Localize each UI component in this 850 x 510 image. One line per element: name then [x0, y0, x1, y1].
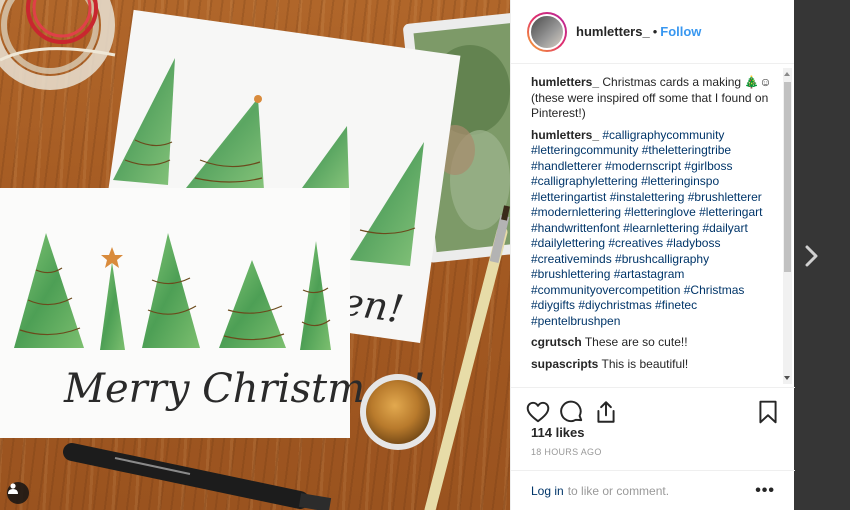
gold-paint-pan: [360, 374, 436, 450]
comment: humletters_ #calligraphycommunity #lette…: [531, 128, 773, 330]
scroll-up-arrow-icon[interactable]: [784, 72, 790, 76]
comment: cgrutsch These are so cute!!: [531, 335, 773, 351]
photo-illustration: en! Merry Christmas!: [0, 0, 510, 510]
comments-scrollbar[interactable]: [783, 68, 792, 384]
follow-button[interactable]: Follow: [660, 24, 701, 39]
login-link[interactable]: Log in: [531, 484, 564, 498]
share-icon[interactable]: [593, 399, 619, 425]
post-photo[interactable]: en! Merry Christmas!: [0, 0, 510, 510]
likes-count[interactable]: 114 likes: [531, 425, 585, 440]
scroll-down-arrow-icon[interactable]: [784, 376, 790, 380]
comment-text: This is beautiful!: [601, 356, 689, 371]
avatar-story-ring[interactable]: [527, 11, 567, 52]
post-timestamp[interactable]: 18 HOURS AGO: [531, 447, 602, 457]
separator-dot: •: [652, 24, 658, 39]
comment-author[interactable]: cgrutsch: [531, 335, 582, 349]
comment: humletters_ Christmas cards a making 🎄☺ …: [531, 75, 773, 122]
login-prompt-text: to like or comment.: [567, 483, 670, 498]
comments-list[interactable]: humletters_ Christmas cards a making 🎄☺ …: [511, 64, 795, 387]
comment: supascripts This is beautiful!: [531, 357, 773, 373]
header-username[interactable]: humletters_: [576, 24, 650, 39]
hashtag-list[interactable]: #calligraphycommunity #letteringcommunit…: [531, 128, 762, 328]
comment-author[interactable]: humletters_: [531, 75, 599, 89]
bookmark-icon[interactable]: [755, 399, 781, 425]
post-header: humletters_ • Follow: [511, 0, 794, 64]
comment-author[interactable]: humletters_: [531, 128, 599, 142]
comment-bubble-icon[interactable]: [559, 399, 585, 425]
avatar[interactable]: [529, 13, 565, 50]
more-options-button[interactable]: •••: [755, 482, 775, 500]
comment-text: These are so cute!!: [584, 335, 688, 349]
twine-spool: [0, 0, 116, 90]
heart-icon[interactable]: [525, 399, 551, 425]
scrollbar-thumb[interactable]: [784, 82, 791, 272]
user-tag-icon[interactable]: [7, 482, 29, 504]
comment-author[interactable]: supascripts: [531, 357, 598, 371]
chevron-right-icon[interactable]: [802, 244, 822, 268]
login-footer: Log in to like or comment. •••: [511, 470, 795, 510]
post-side-panel: humletters_ • Follow humletters_ Christm…: [510, 0, 795, 510]
brush-pen: [63, 443, 332, 510]
